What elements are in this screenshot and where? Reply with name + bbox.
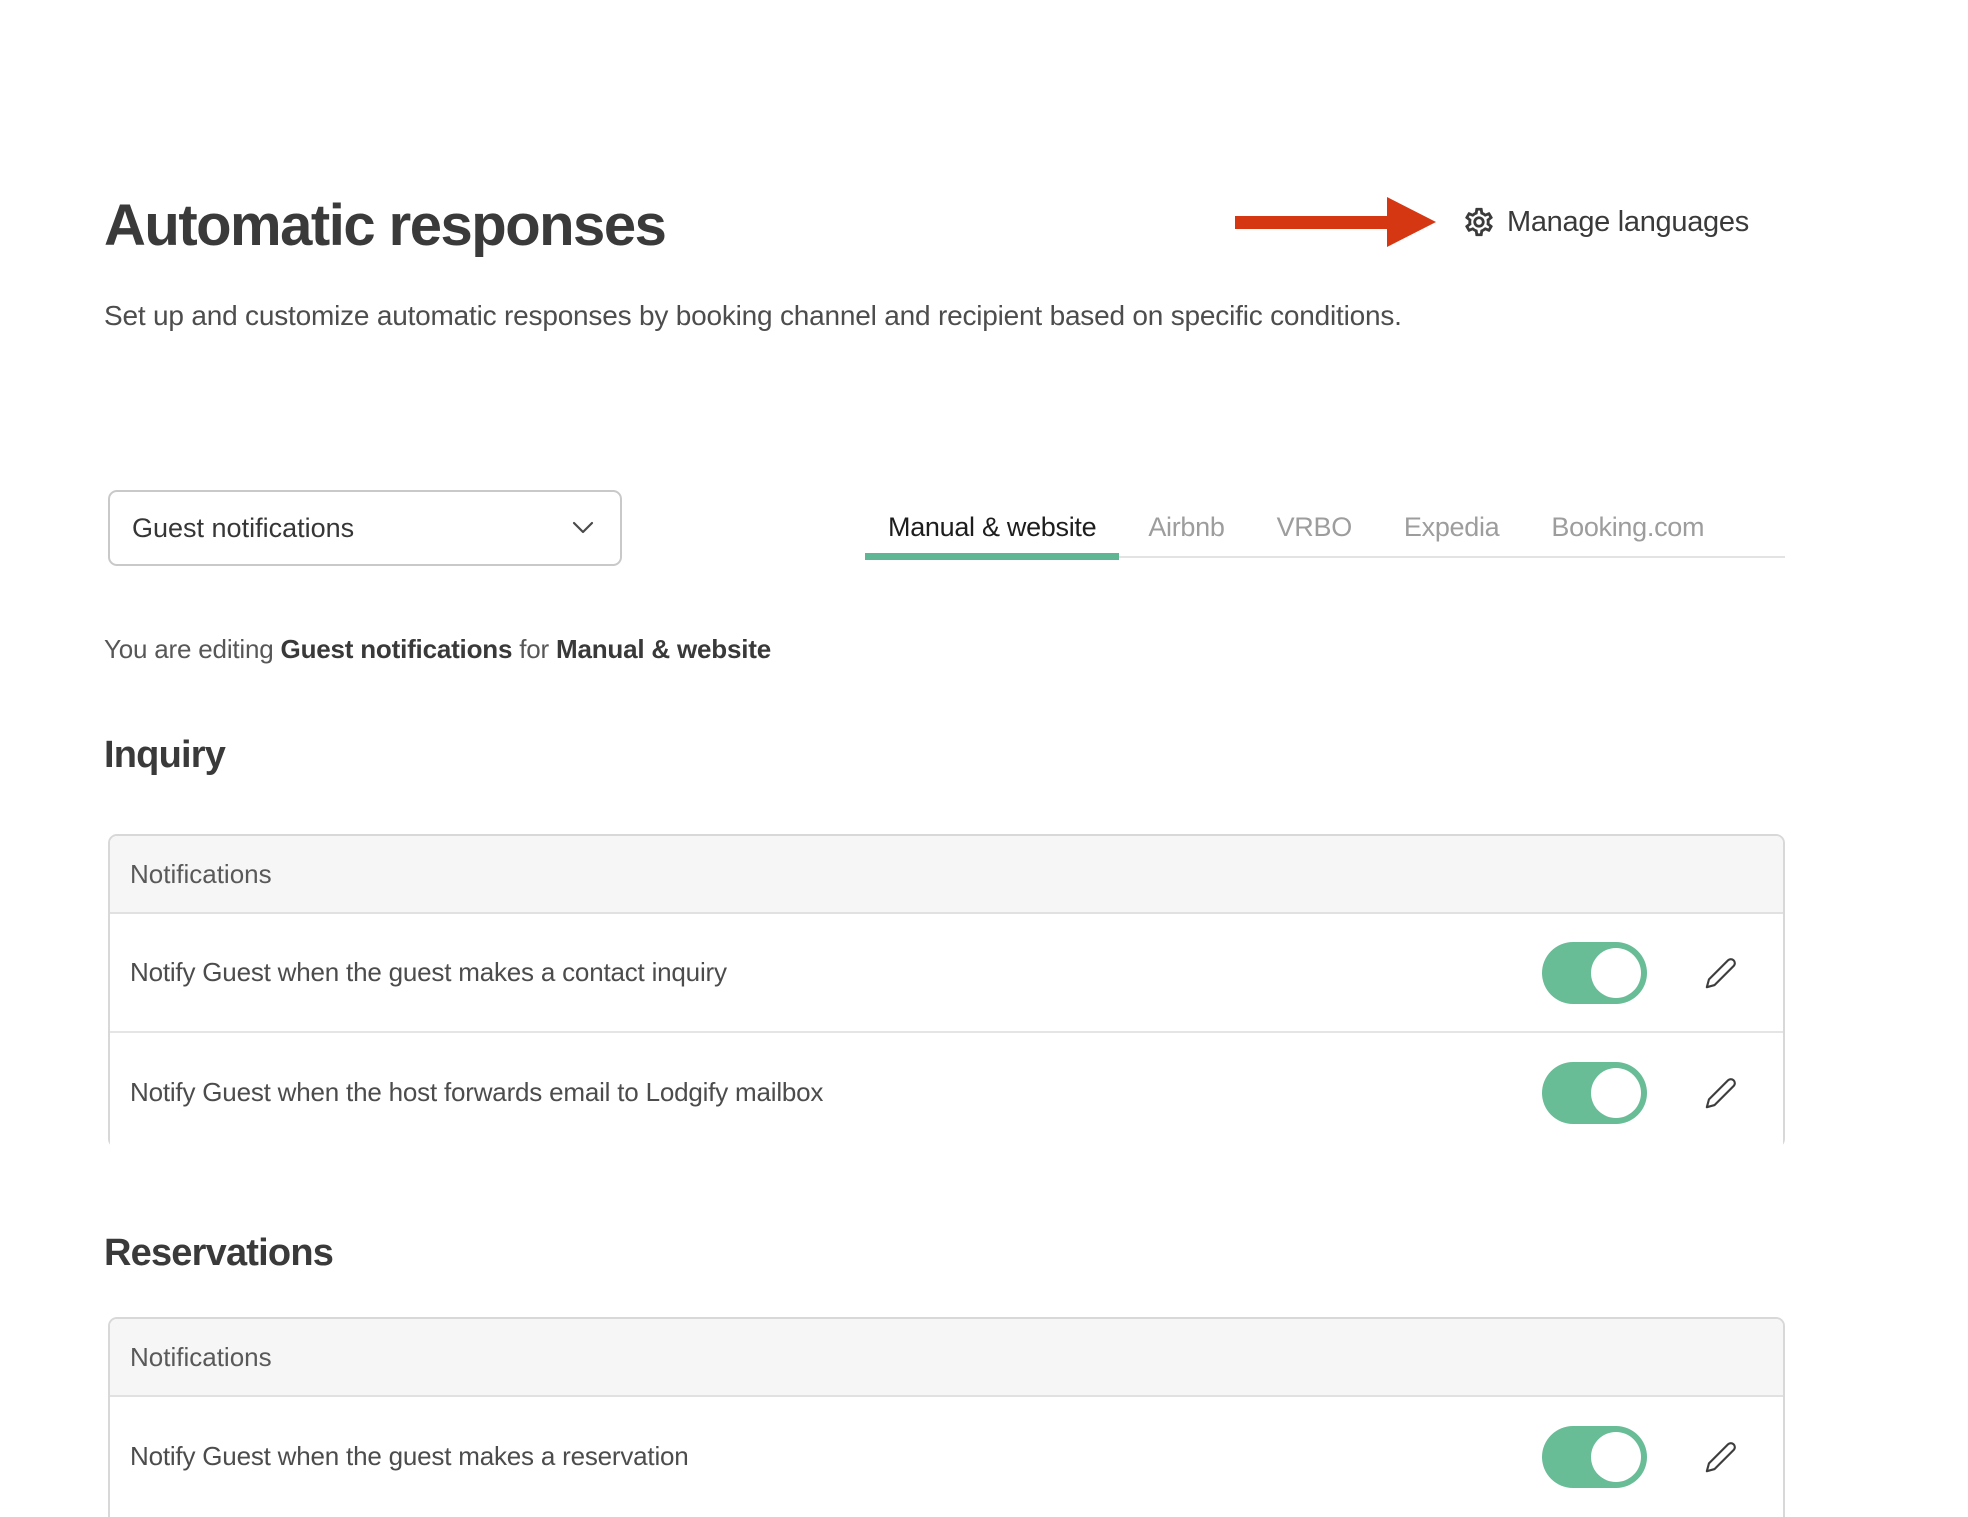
edit-button[interactable] [1699, 951, 1743, 995]
notification-toggle[interactable] [1542, 1426, 1647, 1488]
tab-booking-com[interactable]: Booking.com [1528, 500, 1727, 556]
editing-note-subject: Guest notifications [281, 634, 513, 664]
pencil-icon [1704, 956, 1738, 990]
toggle-knob [1591, 1068, 1641, 1118]
inquiry-notifications-card: Notifications Notify Guest when the gues… [108, 834, 1785, 1148]
page-subtitle: Set up and customize automatic responses… [104, 300, 1402, 332]
notification-toggle[interactable] [1542, 1062, 1647, 1124]
channel-tabs: Manual & website Airbnb VRBO Expedia Boo… [865, 500, 1785, 558]
card-header: Notifications [110, 1319, 1783, 1397]
notification-row: Notify Guest when the host forwards emai… [110, 1033, 1783, 1152]
notification-row-label: Notify Guest when the guest makes a cont… [130, 957, 1542, 988]
notification-row-label: Notify Guest when the host forwards emai… [130, 1077, 1542, 1108]
gear-icon [1462, 205, 1496, 239]
editing-note-prefix: You are editing [104, 634, 281, 664]
toggle-knob [1591, 1432, 1641, 1482]
tab-expedia[interactable]: Expedia [1381, 500, 1522, 556]
editing-note: You are editing Guest notifications for … [104, 634, 771, 665]
red-arrow-icon [1235, 196, 1437, 248]
manage-languages-link[interactable]: Manage languages [1462, 200, 1749, 244]
section-heading-inquiry: Inquiry [104, 734, 225, 777]
pencil-icon [1704, 1076, 1738, 1110]
notification-row: Notify Guest when the guest makes a rese… [110, 1397, 1783, 1516]
dropdown-selected-value: Guest notifications [132, 513, 354, 544]
notification-row: Notify Guest when the guest makes a cont… [110, 914, 1783, 1033]
tab-vrbo[interactable]: VRBO [1254, 500, 1375, 556]
pencil-icon [1704, 1440, 1738, 1474]
manage-languages-label: Manage languages [1507, 206, 1749, 239]
page-title: Automatic responses [104, 192, 665, 259]
notification-row-label: Notify Guest when the guest makes a rese… [130, 1441, 1542, 1472]
reservations-notifications-card: Notifications Notify Guest when the gues… [108, 1317, 1785, 1517]
chevron-down-icon [572, 521, 594, 535]
edit-button[interactable] [1699, 1435, 1743, 1479]
editing-note-channel: Manual & website [556, 634, 771, 664]
tab-airbnb[interactable]: Airbnb [1125, 500, 1247, 556]
card-header: Notifications [110, 836, 1783, 914]
notification-type-dropdown[interactable]: Guest notifications [108, 490, 622, 566]
section-heading-reservations: Reservations [104, 1232, 333, 1275]
tab-manual-website[interactable]: Manual & website [865, 500, 1119, 556]
notification-toggle[interactable] [1542, 942, 1647, 1004]
editing-note-connector: for [512, 634, 556, 664]
toggle-knob [1591, 948, 1641, 998]
edit-button[interactable] [1699, 1071, 1743, 1115]
